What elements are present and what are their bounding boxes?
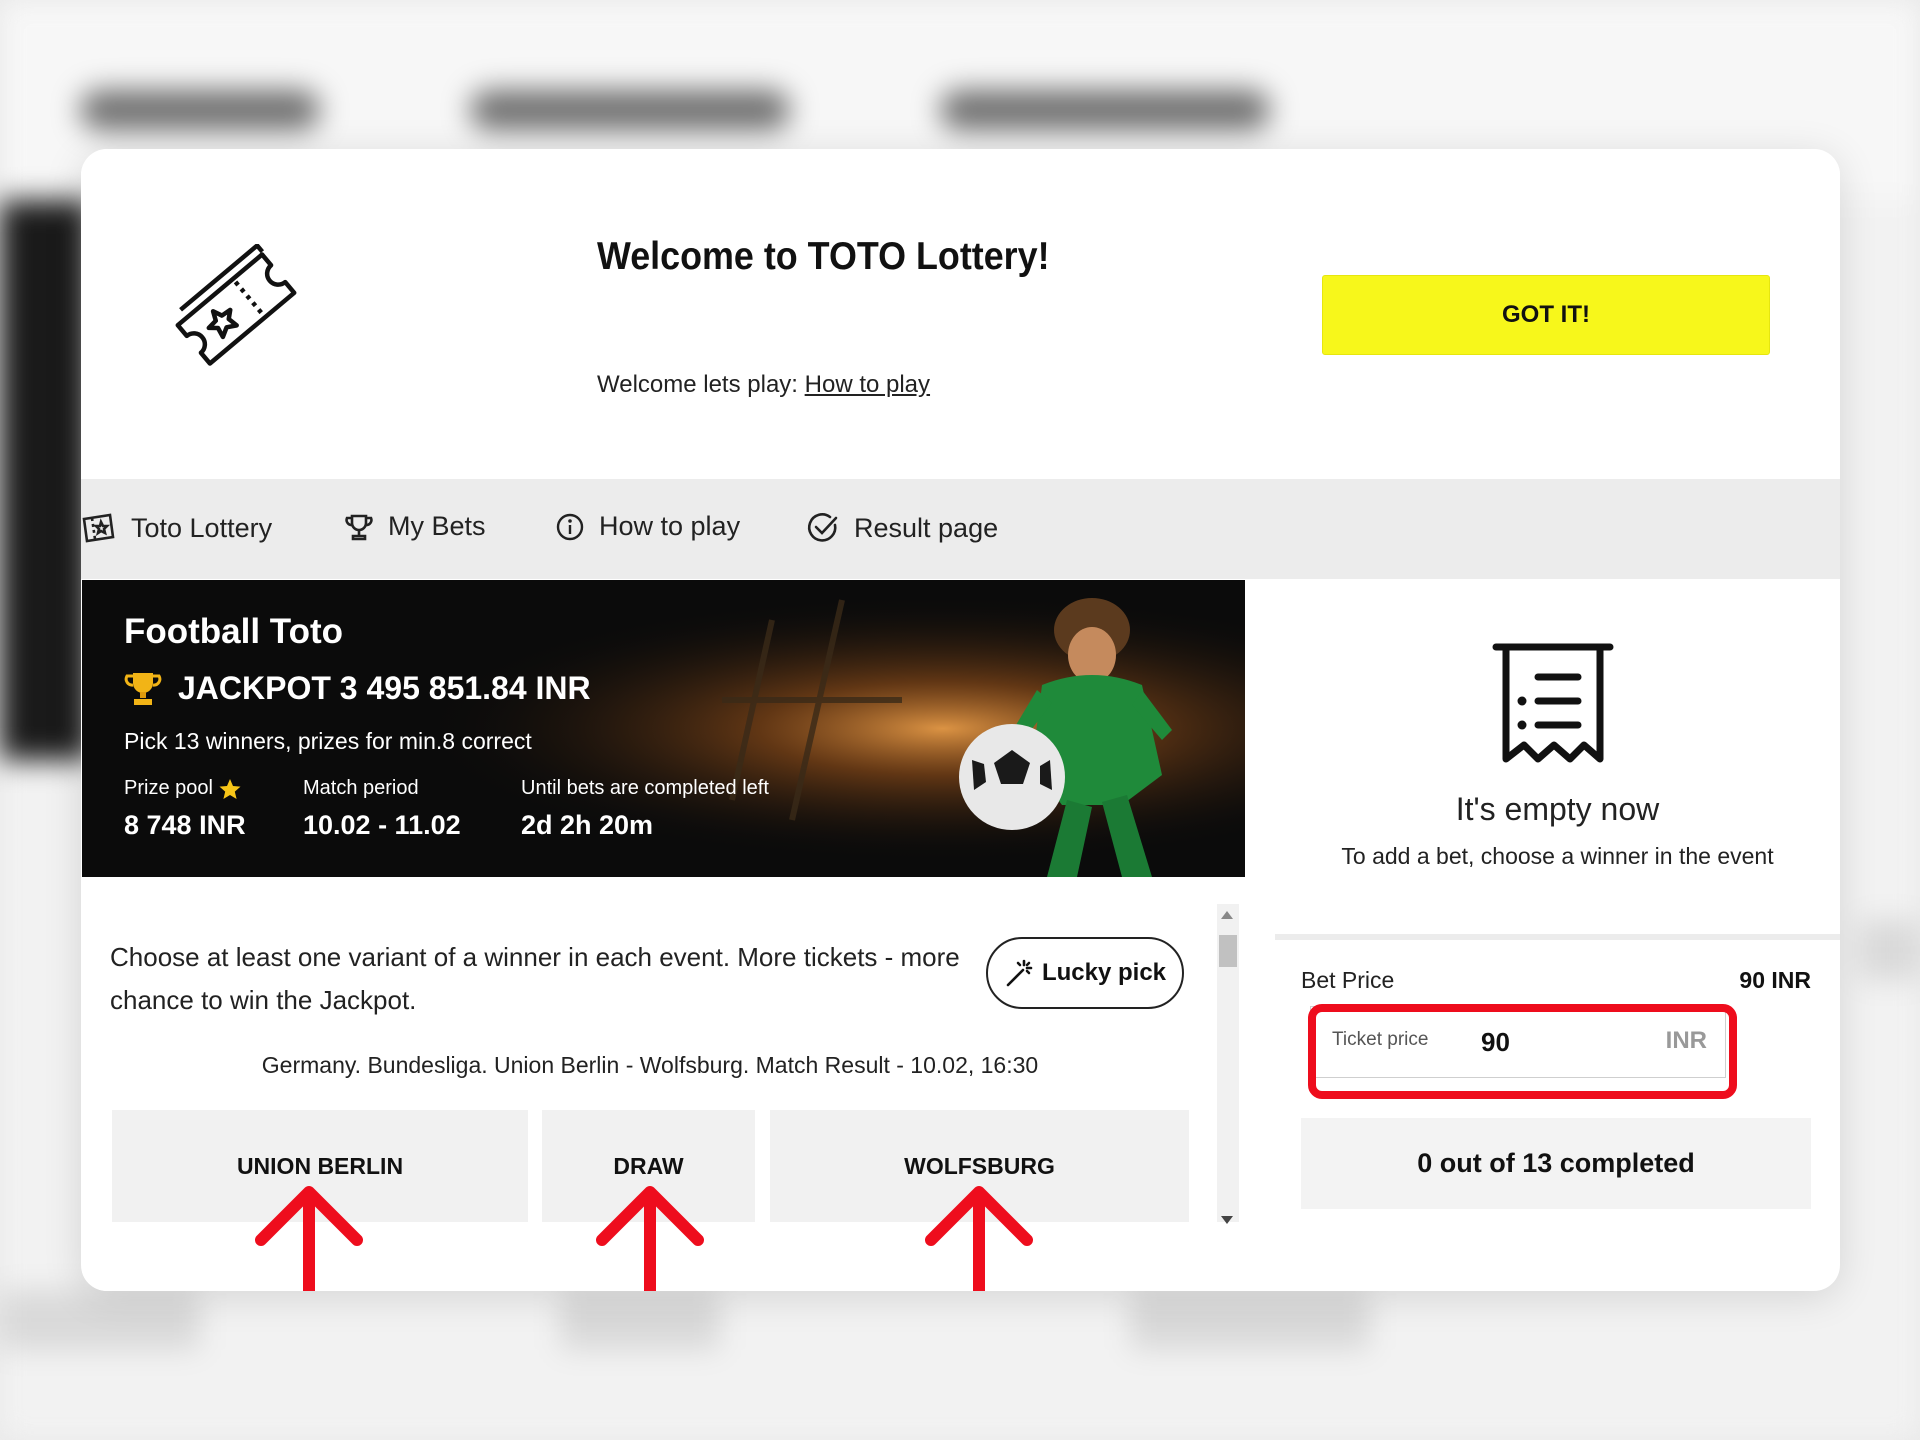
tab-bar: Toto Lottery My Bets How to play Result … <box>81 479 1840 579</box>
tab-label: Result page <box>854 512 999 543</box>
pick-description: Pick 13 winners, prizes for min.8 correc… <box>124 728 532 754</box>
jackpot-line: JACKPOT 3 495 851.84 INR <box>124 670 591 707</box>
up-arrow-icon <box>255 1186 363 1291</box>
welcome-subtitle: Welcome lets play: How to play <box>597 371 930 399</box>
bet-price-value: 90 INR <box>1739 967 1811 993</box>
time-left-label: Until bets are completed left <box>521 777 769 799</box>
got-it-button[interactable]: GOT IT! <box>1322 275 1770 355</box>
ticket-icon <box>82 513 115 543</box>
bet-price-label: Bet Price <box>1301 967 1395 993</box>
scroll-thumb[interactable] <box>1219 935 1237 967</box>
tab-result-page[interactable]: Result page <box>806 511 998 545</box>
football-toto-banner: Football Toto JACKPOT 3 495 851.84 INR P… <box>82 580 1245 877</box>
lucky-pick-label: Lucky pick <box>1041 959 1167 986</box>
ticket-price-label: Ticket price <box>1332 1029 1429 1050</box>
prize-pool-value: 8 748 INR <box>124 810 246 840</box>
match-info: Germany. Bundesliga. Union Berlin - Wolf… <box>261 1052 1039 1078</box>
tab-label: My Bets <box>388 511 486 541</box>
check-circle-icon <box>807 513 838 542</box>
ticket-price-field: Ticket price INR <box>1310 1006 1726 1078</box>
magic-wand-icon <box>1006 959 1033 987</box>
prize-pool-label-text: Prize pool <box>124 777 213 799</box>
empty-subtitle: To add a bet, choose a winner in the eve… <box>1341 843 1774 869</box>
trophy-icon <box>124 672 162 705</box>
tab-my-bets[interactable]: My Bets <box>344 511 486 542</box>
events-description: Choose at least one variant of a winner … <box>110 942 960 1015</box>
how-to-play-link[interactable]: How to play <box>805 371 930 398</box>
scroll-down-arrow-icon[interactable] <box>1221 1216 1233 1224</box>
trophy-icon <box>345 514 373 540</box>
welcome-header: Welcome to TOTO Lottery! Welcome lets pl… <box>81 149 1840 479</box>
time-left-value: 2d 2h 20m <box>521 810 654 840</box>
receipt-icon <box>1492 643 1614 763</box>
prize-pool-label: Prize pool <box>124 777 241 800</box>
lucky-pick-button[interactable]: Lucky pick <box>986 937 1184 1009</box>
welcome-title: Welcome to TOTO Lottery! <box>597 235 1050 278</box>
tab-toto-lottery[interactable]: Toto Lottery <box>81 511 272 545</box>
divider <box>1275 934 1840 940</box>
football-ball <box>959 724 1065 830</box>
ticket-price-input[interactable] <box>1451 1021 1681 1063</box>
tab-label: How to play <box>599 511 741 541</box>
jackpot-amount: JACKPOT 3 495 851.84 INR <box>178 670 591 706</box>
scroll-up-arrow-icon[interactable] <box>1221 911 1233 919</box>
completion-status: 0 out of 13 completed <box>1301 1118 1811 1209</box>
match-period-value: 10.02 - 11.02 <box>303 810 461 840</box>
welcome-modal: Welcome to TOTO Lottery! Welcome lets pl… <box>81 149 1840 1291</box>
match-period-label: Match period <box>303 777 419 799</box>
welcome-subtitle-text: Welcome lets play: <box>597 371 805 398</box>
up-arrow-icon <box>596 1186 704 1291</box>
tab-label: Toto Lottery <box>131 512 273 543</box>
star-icon <box>219 778 241 799</box>
up-arrow-icon <box>925 1186 1033 1291</box>
info-icon <box>556 513 584 540</box>
tab-how-to-play[interactable]: How to play <box>555 511 740 542</box>
empty-title: It's empty now <box>1455 791 1660 827</box>
ticket-currency: INR <box>1665 1027 1707 1054</box>
ticket-icon <box>175 244 297 366</box>
banner-title: Football Toto <box>124 612 344 651</box>
